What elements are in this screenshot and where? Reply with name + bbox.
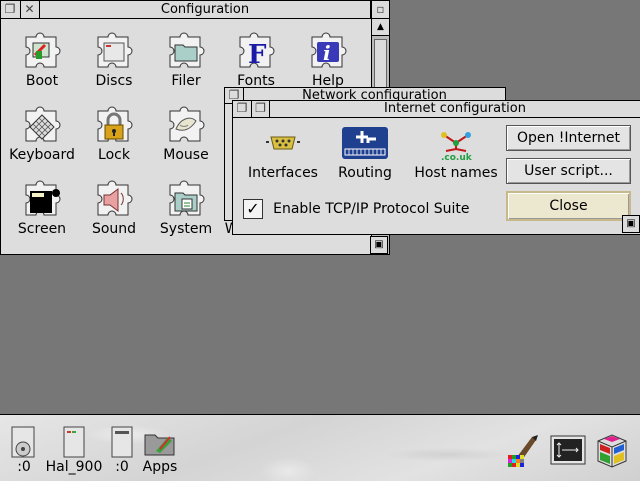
fonts-icon: F [239, 32, 275, 70]
help-icon: i [311, 32, 347, 68]
system-icon [169, 180, 205, 216]
config-item-screen[interactable]: Screen [5, 179, 79, 237]
window-title: Internet configuration [269, 101, 640, 117]
iconbar-label: Apps [142, 459, 178, 475]
icon-label: Interfaces [248, 165, 318, 181]
internet-item-routing[interactable]: Routing [323, 127, 407, 181]
user-script-button[interactable]: User script... [506, 158, 631, 184]
toggle-size-button[interactable]: ▫ [371, 1, 389, 18]
icon-bar: :0 Hal_900 :0 Apps [0, 414, 640, 481]
internet-item-interfaces[interactable]: Interfaces [241, 127, 325, 181]
icon-label: Discs [95, 73, 133, 89]
internet-configuration-window: ❐ ❐ Internet configuration Interfaces Ro… [232, 100, 640, 235]
icon-label: Routing [338, 165, 392, 181]
keyboard-icon [25, 106, 61, 142]
boot-icon [25, 32, 61, 68]
config-item-filer[interactable]: Filer [149, 31, 223, 89]
hard-drive-icon [63, 426, 85, 458]
iconbar-apps[interactable]: Apps [140, 425, 180, 475]
svg-text:i: i [323, 41, 331, 65]
icon-label: Filer [171, 73, 201, 89]
icon-label: Screen [17, 221, 67, 237]
iconise-button[interactable]: ❐ [251, 101, 269, 117]
open-internet-button[interactable]: Open !Internet [506, 125, 631, 151]
icon-label: Lock [98, 147, 130, 163]
svg-text:F: F [248, 40, 267, 70]
iconbar-display-manager[interactable] [548, 435, 588, 469]
icon-label: System [159, 221, 213, 237]
iconbar-ram-disc[interactable]: :0 [104, 425, 140, 475]
icon-label: Boot [25, 73, 59, 89]
filer-icon [169, 32, 205, 68]
iconbar-hard-drive[interactable]: Hal_900 [44, 425, 104, 475]
internet-resize-handle[interactable]: ▣ [622, 215, 640, 233]
internet-titlebar[interactable]: ❐ ❐ Internet configuration [233, 101, 640, 118]
icon-label: Keyboard [9, 147, 75, 163]
config-item-keyboard[interactable]: Keyboard [5, 105, 79, 163]
iconbar-label: :0 [17, 459, 31, 475]
svg-text:.co.uk: .co.uk [441, 153, 473, 161]
config-item-boot[interactable]: Boot [5, 31, 79, 89]
config-item-mouse[interactable]: Mouse [149, 105, 223, 163]
internet-item-host-names[interactable]: .co.uk Host names [411, 127, 501, 181]
config-item-fonts[interactable]: F Fonts [219, 31, 293, 89]
apps-folder-icon [144, 434, 175, 456]
interfaces-icon [266, 136, 300, 150]
config-item-lock[interactable]: Lock [77, 105, 151, 163]
icon-label: Sound [91, 221, 137, 237]
iconbar-paint[interactable] [505, 433, 545, 473]
discs-icon [97, 32, 133, 68]
tcpip-checkbox-row[interactable]: ✓ Enable TCP/IP Protocol Suite [243, 198, 470, 222]
lock-icon [97, 106, 133, 142]
screen-icon [25, 180, 61, 216]
back-button[interactable]: ❐ [1, 1, 19, 18]
mouse-icon [169, 106, 205, 142]
window-title: Configuration [39, 1, 371, 18]
config-item-sound[interactable]: Sound [77, 179, 151, 237]
iconbar-label: Hal_900 [45, 459, 103, 475]
routing-icon [342, 127, 388, 159]
config-item-system[interactable]: System [149, 179, 223, 237]
icon-label: Mouse [163, 147, 209, 163]
config-item-help[interactable]: i Help [291, 31, 365, 89]
configuration-titlebar[interactable]: ❐ ✕ Configuration ▫ [1, 1, 389, 19]
close-button[interactable]: Close [506, 191, 631, 221]
back-button[interactable]: ❐ [233, 101, 251, 117]
iconbar-floppy-drive[interactable]: :0 [4, 425, 44, 475]
ram-disc-icon [111, 426, 133, 458]
tcpip-checkbox-label: Enable TCP/IP Protocol Suite [273, 200, 470, 217]
task-manager-icon [597, 434, 627, 468]
floppy-drive-icon [11, 426, 35, 458]
network-resize-handle[interactable]: ▣ [370, 236, 388, 254]
config-item-discs[interactable]: Discs [77, 31, 151, 89]
icon-label: Host names [414, 165, 498, 181]
tcpip-checkbox[interactable]: ✓ [243, 198, 263, 219]
sound-icon [97, 180, 133, 216]
paint-palette-icon [508, 435, 538, 467]
display-manager-icon [550, 435, 586, 465]
iconbar-label: :0 [115, 459, 129, 475]
iconbar-task-manager[interactable] [590, 431, 634, 475]
close-button[interactable]: ✕ [20, 1, 38, 18]
host-names-icon: .co.uk [441, 132, 473, 161]
